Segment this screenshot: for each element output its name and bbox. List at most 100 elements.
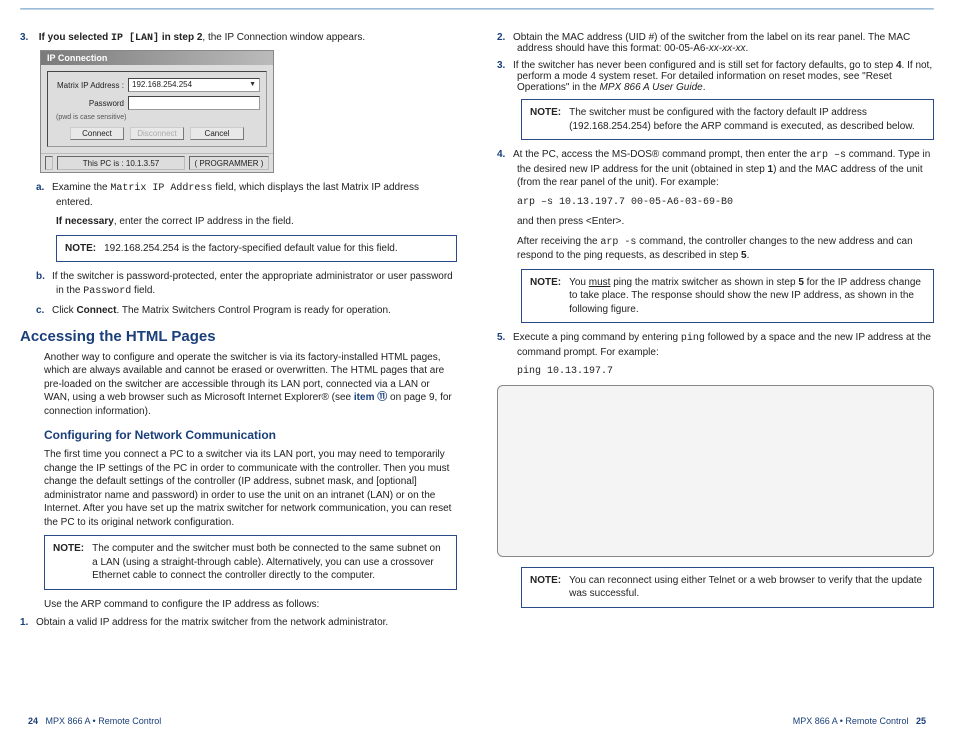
two-column-layout: 3. If you selected IP [LAN] in step 2, t…	[0, 0, 954, 634]
left-column: 3. If you selected IP [LAN] in step 2, t…	[20, 32, 457, 634]
note-3-text: The switcher must be configured with the…	[569, 106, 925, 133]
step-a-t1: Examine the	[52, 182, 110, 193]
arp-step-4: 4.At the PC, access the MS-DOS® command …	[497, 148, 934, 263]
ip-row: Matrix IP Address : 192.168.254.254 ▼	[54, 78, 260, 92]
para-html: Another way to configure and operate the…	[20, 351, 457, 419]
step-number: 5.	[497, 331, 513, 345]
step-3: 3. If you selected IP [LAN] in step 2, t…	[20, 32, 457, 44]
note-label: NOTE:	[53, 542, 84, 583]
arp-step-5: 5.Execute a ping command by entering pin…	[497, 331, 934, 379]
step-c-t1: Click	[52, 305, 76, 316]
arp4-code2: arp -s	[600, 237, 636, 248]
arp2-t2: .	[745, 43, 748, 54]
page-number-left: 24	[28, 716, 38, 726]
note-label: NOTE:	[530, 106, 561, 133]
arp-step-2: 2.Obtain the MAC address (UID #) of the …	[497, 32, 934, 54]
arp4-t5c: .	[747, 250, 750, 261]
arp5-t1: Execute a ping command by entering	[513, 332, 681, 343]
note4-t2: ping the matrix switcher as shown in ste…	[610, 277, 798, 288]
footer-right: MPX 866 A • Remote Control 25	[793, 716, 926, 726]
step-b-code: Password	[83, 286, 131, 297]
dialog-buttons: Connect Disconnect Cancel	[54, 127, 260, 140]
arp4-code-line: arp –s 10.13.197.7 00-05-A6-03-69-B0	[517, 196, 934, 210]
arp3-t3: .	[703, 82, 706, 93]
ifnec-rest: , enter the correct IP address in the fi…	[114, 216, 294, 227]
arp3-italic: MPX 866 A User Guide	[600, 82, 703, 93]
cancel-button[interactable]: Cancel	[190, 127, 244, 140]
note-label: NOTE:	[65, 242, 96, 256]
footer-right-text: MPX 866 A • Remote Control	[793, 716, 909, 726]
dialog-status-bar: This PC is : 10.1.3.57 ( PROGRAMMER )	[41, 153, 273, 172]
step-3-bold2: in step 2	[159, 32, 202, 43]
arp1-text: Obtain a valid IP address for the matrix…	[36, 617, 388, 628]
note-5: NOTE: You can reconnect using either Tel…	[521, 567, 934, 608]
note-3: NOTE: The switcher must be configured wi…	[521, 99, 934, 140]
pwd-input[interactable]	[128, 96, 260, 110]
ip-value: 192.168.254.254	[132, 78, 192, 92]
item-link[interactable]: item ⑪	[354, 392, 387, 403]
arp4-code1: arp –s	[810, 150, 846, 161]
arp4-t5a: After receiving the	[517, 236, 600, 247]
step-number: 4.	[497, 148, 513, 162]
page-number-right: 25	[916, 716, 926, 726]
footer-left: 24 MPX 866 A • Remote Control	[28, 716, 161, 726]
arp-intro: Use the ARP command to configure the IP …	[20, 598, 457, 612]
arp2-italic: xx-xx-xx	[709, 43, 746, 54]
right-column: 2.Obtain the MAC address (UID #) of the …	[497, 32, 934, 634]
step-number: 3.	[20, 32, 36, 43]
arp3-t1: If the switcher has never been configure…	[513, 60, 896, 71]
dropdown-arrow-icon[interactable]: ▼	[249, 78, 256, 92]
top-divider	[20, 8, 934, 10]
step-number: 1.	[20, 617, 36, 628]
disconnect-button: Disconnect	[130, 127, 184, 140]
heading-config-network: Configuring for Network Communication	[20, 428, 457, 442]
status-spacer	[45, 156, 53, 170]
note-label: NOTE:	[530, 276, 561, 317]
dialog-body: Matrix IP Address : 192.168.254.254 ▼ Pa…	[41, 65, 273, 153]
step-a-code: Matrix IP Address	[110, 183, 212, 194]
arp5-code1: ping	[681, 333, 705, 344]
note-4: NOTE: You must ping the matrix switcher …	[521, 269, 934, 324]
step-3-code: IP [LAN]	[111, 33, 159, 44]
step-a: a.Examine the Matrix IP Address field, w…	[20, 181, 457, 229]
step-number: 3.	[497, 60, 513, 71]
status-ip: This PC is : 10.1.3.57	[57, 156, 185, 170]
step-alpha: a.	[36, 181, 52, 195]
footer-left-text: MPX 866 A • Remote Control	[46, 716, 162, 726]
connect-button[interactable]: Connect	[70, 127, 124, 140]
dialog-inner: Matrix IP Address : 192.168.254.254 ▼ Pa…	[47, 71, 267, 147]
step-c-bold: Connect	[76, 305, 116, 316]
note-1: NOTE: 192.168.254.254 is the factory-spe…	[56, 235, 457, 263]
step-c: c.Click Connect. The Matrix Switchers Co…	[20, 304, 457, 318]
step-b: b.If the switcher is password-protected,…	[20, 270, 457, 298]
step-alpha: c.	[36, 304, 52, 318]
note-label: NOTE:	[530, 574, 561, 601]
ip-connection-dialog: IP Connection Matrix IP Address : 192.16…	[40, 50, 274, 173]
arp4-t4: and then press <Enter>.	[517, 215, 934, 229]
ifnec-bold: If necessary	[56, 216, 114, 227]
arp5-code-line: ping 10.13.197.7	[517, 365, 934, 379]
arp4-t1: At the PC, access the MS-DOS® command pr…	[513, 149, 810, 160]
step-alpha: b.	[36, 270, 52, 284]
step-b-t2: field.	[131, 285, 155, 296]
arp-step-1: 1.Obtain a valid IP address for the matr…	[20, 617, 457, 628]
step-number: 2.	[497, 32, 513, 43]
step-3-rest: , the IP Connection window appears.	[202, 32, 365, 43]
arp-step-3: 3.If the switcher has never been configu…	[497, 60, 934, 93]
note-2-text: The computer and the switcher must both …	[92, 542, 448, 583]
pwd-row: Password	[54, 96, 260, 110]
pwd-sensitive-note: (pwd is case sensitive)	[54, 114, 260, 121]
ip-label: Matrix IP Address :	[54, 81, 124, 90]
heading-html-pages: Accessing the HTML Pages	[20, 328, 457, 345]
note-2: NOTE: The computer and the switcher must…	[44, 535, 457, 590]
note-1-text: 192.168.254.254 is the factory-specified…	[104, 242, 398, 256]
note4-under: must	[589, 277, 611, 288]
ip-input[interactable]: 192.168.254.254 ▼	[128, 78, 260, 92]
ping-output-figure	[497, 385, 934, 557]
step-c-t2: . The Matrix Switchers Control Program i…	[116, 305, 390, 316]
para-config: The first time you connect a PC to a swi…	[20, 448, 457, 529]
note-4-text: You must ping the matrix switcher as sho…	[569, 276, 925, 317]
step-3-bold1: If you selected	[39, 32, 111, 43]
pwd-label: Password	[54, 99, 124, 108]
note-5-text: You can reconnect using either Telnet or…	[569, 574, 925, 601]
